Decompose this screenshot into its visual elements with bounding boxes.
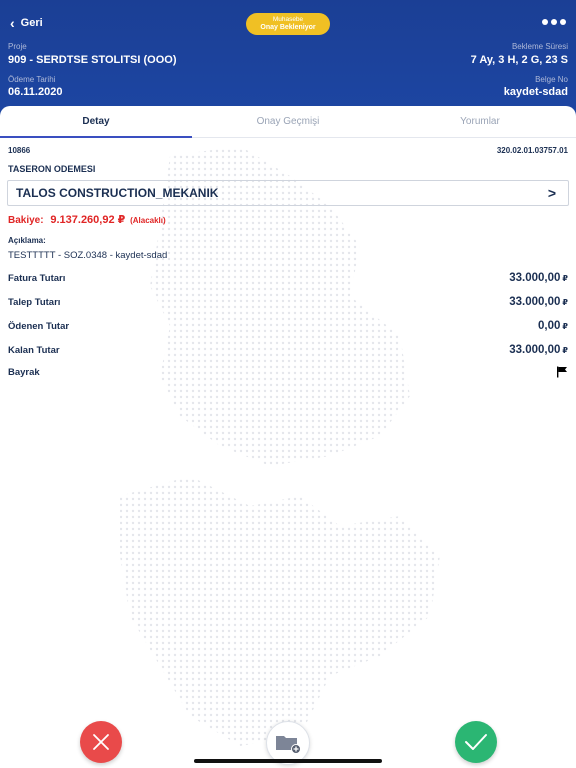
paid-amount-row: Ödenen Tutar 0,00 ₽ (8, 318, 568, 334)
reject-button[interactable] (80, 721, 122, 763)
supplier-selector[interactable]: TALOS CONSTRUCTION_MEKANIK > (7, 180, 569, 206)
doc-no-label: Belge No (535, 75, 568, 84)
check-icon (465, 734, 487, 750)
row-value: 33.000,00 ₽ (509, 296, 568, 308)
wait-value: 7 Ay, 3 H, 2 G, 23 S (470, 54, 568, 66)
balance: Bakiye: 9.137.260,92 ₽ (Alacaklı) (8, 213, 166, 226)
wait-label: Bekleme Süresi (511, 42, 568, 51)
payment-date-value: 06.11.2020 (8, 86, 63, 98)
close-icon (93, 734, 109, 750)
chevron-left-icon: ‹ (10, 15, 15, 31)
tab-approval-history[interactable]: Onay Geçmişi (192, 106, 384, 137)
amount: 33.000,00 (509, 296, 561, 308)
balance-amount: 9.137.260,92 ₽ (50, 214, 126, 226)
row-value: 33.000,00 ₽ (509, 272, 568, 284)
invoice-amount-row: Fatura Tutarı 33.000,00 ₽ (8, 270, 568, 286)
status-line2: Onay Bekleniyor (260, 24, 316, 31)
home-indicator[interactable] (194, 759, 382, 763)
payment-date-label: Ödeme Tarihi (8, 75, 56, 84)
amount: 33.000,00 (509, 344, 561, 356)
project-label: Proje (8, 42, 27, 51)
flag-icon[interactable] (556, 366, 568, 378)
approve-button[interactable] (455, 721, 497, 763)
amount: 33.000,00 (509, 272, 561, 284)
currency: ₽ (562, 298, 568, 307)
tab-bar: Detay Onay Geçmişi Yorumlar (0, 106, 576, 138)
folder-add-icon (276, 736, 301, 754)
detail-card: Detay Onay Geçmişi Yorumlar 10866 320.02… (0, 106, 576, 768)
project-value: 909 - SERDTSE STOLITSI (OOO) (8, 54, 177, 66)
currency: ₽ (562, 322, 568, 331)
back-button[interactable]: ‹ Geri (10, 16, 43, 30)
supplier-name: TALOS CONSTRUCTION_MEKANIK (16, 186, 219, 200)
row-label: Fatura Tutarı (8, 272, 66, 284)
header: ‹ Geri Muhasebe Onay Bekleniyor Proje 90… (0, 0, 576, 120)
row-value: 0,00 ₽ (538, 320, 568, 332)
currency: ₽ (562, 346, 568, 355)
more-icon[interactable] (542, 19, 566, 25)
request-amount-row: Talep Tutarı 33.000,00 ₽ (8, 294, 568, 310)
row-value: 33.000,00 ₽ (509, 344, 568, 356)
back-label: Geri (20, 17, 43, 29)
currency: ₽ (562, 274, 568, 283)
remaining-amount-row: Kalan Tutar 33.000,00 ₽ (8, 342, 568, 358)
chevron-right-icon: > (547, 185, 556, 201)
description-text: TESTTTTT - SOZ.0348 - kaydet-sdad (8, 250, 168, 261)
flag-row: Bayrak (8, 364, 568, 380)
map-background (120, 146, 440, 746)
tab-comments[interactable]: Yorumlar (384, 106, 576, 137)
balance-label: Bakiye: (8, 215, 44, 226)
flag-label: Bayrak (8, 366, 40, 378)
row-label: Ödenen Tutar (8, 320, 70, 332)
tab-detail[interactable]: Detay (0, 106, 192, 138)
row-label: Talep Tutarı (8, 296, 61, 308)
doc-no-value: kaydet-sdad (503, 86, 568, 98)
row-label: Kalan Tutar (8, 344, 60, 356)
amount: 0,00 (538, 320, 561, 332)
balance-tag: (Alacaklı) (130, 216, 166, 225)
code-right: 320.02.01.03757.01 (496, 146, 568, 155)
status-line1: Muhasebe (272, 16, 304, 23)
description-label: Açıklama: (8, 236, 46, 245)
section-title: TASERON ODEMESI (8, 164, 96, 174)
code-left: 10866 (8, 146, 31, 155)
status-badge: Muhasebe Onay Bekleniyor (246, 13, 330, 35)
